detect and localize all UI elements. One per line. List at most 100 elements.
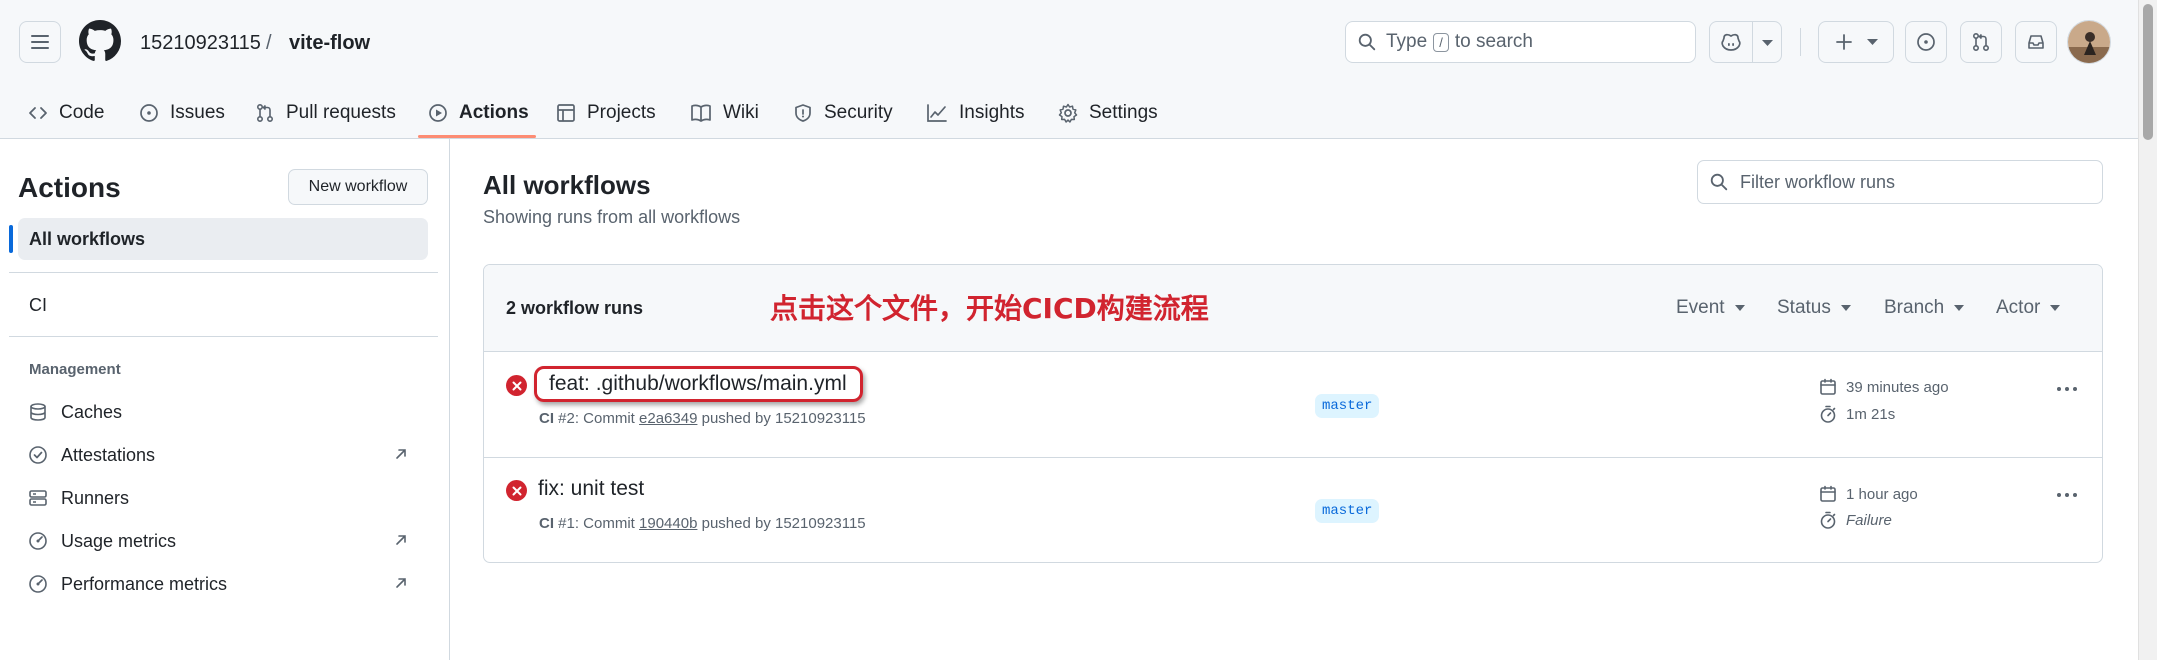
scrollbar-thumb[interactable] [2143,4,2153,140]
run-meta-actor: pushed by 15210923115 [697,515,866,532]
sidebar-item-label: Attestations [61,444,156,465]
commit-sha-link[interactable]: 190440b [639,515,697,532]
book-icon [690,103,712,123]
run-duration: Failure [1819,511,1892,529]
kebab-horizontal-icon[interactable] [2052,374,2082,404]
copilot-icon [1720,32,1742,52]
tab-pull-requests[interactable]: Pull requests [255,86,396,139]
search-icon [1710,173,1728,191]
sidebar-item-label: Runners [61,487,130,508]
tab-wiki-label: Wiki [723,101,759,123]
caret-down-icon [1734,305,1745,311]
run-workflow-name: CI [539,410,554,427]
event-filter-dropdown[interactable]: Event [1676,297,1745,319]
sidebar-item-attestations[interactable]: Attestations [18,435,428,475]
calendar-icon [1819,485,1837,503]
actor-filter-dropdown[interactable]: Actor [1996,297,2061,319]
status-filter-dropdown[interactable]: Status [1777,297,1851,319]
tab-insights[interactable]: Insights [926,86,1024,139]
user-avatar[interactable] [2067,20,2111,64]
your-pull-requests-button[interactable] [1960,21,2002,63]
table-row[interactable]: fix: unit test CI #1: Commit 190440b pus… [484,459,2102,562]
sidebar-item-ci[interactable]: CI [18,284,428,326]
top-bar: 15210923115 / vite-flow Type / to search [0,0,2138,86]
sidebar-item-performance-metrics[interactable]: Performance metrics [18,564,428,604]
breadcrumb-separator: / [266,32,272,54]
tab-security[interactable]: Security [793,86,893,139]
branch-filter-label: Branch [1884,297,1945,318]
shield-icon [793,103,813,123]
branch-label[interactable]: master [1315,499,1380,523]
kebab-horizontal-icon[interactable] [2052,480,2082,510]
filter-placeholder: Filter workflow runs [1740,171,1896,192]
verified-icon [28,445,48,465]
breadcrumb-owner[interactable]: 15210923115 [140,30,261,56]
caret-down-icon [1954,305,1965,311]
branch-label[interactable]: master [1315,394,1380,418]
stopwatch-icon [1819,511,1837,529]
active-item-indicator [9,225,13,253]
x-circle-fill-icon [506,480,527,501]
global-search[interactable]: Type / to search [1345,21,1696,63]
sidebar-item-caches[interactable]: Caches [18,392,428,432]
search-icon [1358,33,1376,51]
github-logo-icon[interactable] [79,20,121,62]
tab-code[interactable]: Code [28,86,104,139]
table-icon [556,103,576,123]
tab-settings[interactable]: Settings [1058,86,1158,139]
cache-icon [28,402,48,422]
page-title: All workflows [483,170,651,200]
tab-projects[interactable]: Projects [556,86,656,139]
table-row[interactable]: feat: .github/workflows/main.yml CI #2: … [484,353,2102,458]
caret-down-icon [2050,305,2061,311]
run-meta-actor: pushed by 15210923115 [697,410,866,427]
actor-filter-label: Actor [1996,297,2041,318]
link-external-icon [394,447,408,461]
run-time: 1 hour ago [1819,485,1918,503]
tab-issues[interactable]: Issues [139,86,225,139]
create-new-button[interactable] [1818,21,1894,63]
link-external-icon [394,533,408,547]
issue-opened-icon [1917,33,1935,51]
search-shortcut-key: / [1433,32,1449,52]
run-time-text: 1 hour ago [1846,485,1918,503]
commit-sha-link[interactable]: e2a6349 [639,410,697,427]
runs-count: 2 workflow runs [506,298,644,318]
git-pull-request-icon [255,103,275,123]
run-meta: CI #2: Commit e2a6349 pushed by 15210923… [539,410,866,427]
branch-filter-dropdown[interactable]: Branch [1884,297,1965,319]
sidebar-item-all-workflows[interactable]: All workflows [18,218,428,260]
chevron-down-icon[interactable] [1762,40,1773,47]
new-workflow-button[interactable]: New workflow [288,169,428,205]
sidebar-title: Actions [18,172,121,203]
x-circle-fill-icon [506,375,527,396]
sidebar-item-label: CI [29,294,47,315]
run-title-link[interactable]: feat: .github/workflows/main.yml [534,366,863,402]
copilot-button[interactable] [1709,21,1782,63]
sidebar-item-runners[interactable]: Runners [18,478,428,518]
meter-icon [28,531,48,551]
notifications-button[interactable] [2015,21,2057,63]
run-time-text: 39 minutes ago [1846,378,1949,396]
caret-down-icon [1840,305,1851,311]
status-filter-label: Status [1777,297,1831,318]
repo-tabs: Code Issues Pull requests Actions Projec… [0,86,2138,139]
page-subtitle: Showing runs from all workflows [483,207,741,227]
workflow-runs-list: 2 workflow runs 点击这个文件，开始CICD构建流程 Event … [483,264,2103,563]
breadcrumb-repo[interactable]: vite-flow [289,30,370,56]
your-issues-button[interactable] [1905,21,1947,63]
sidebar-item-label: Caches [61,401,123,422]
play-icon [428,103,448,123]
run-title-link[interactable]: fix: unit test [538,477,644,501]
filter-workflow-runs-input[interactable]: Filter workflow runs [1697,160,2103,204]
event-filter-label: Event [1676,297,1725,318]
tab-wiki[interactable]: Wiki [690,86,759,139]
menu-button[interactable] [19,21,61,63]
sidebar-item-usage-metrics[interactable]: Usage metrics [18,521,428,561]
tab-settings-label: Settings [1089,101,1158,123]
page-scrollbar[interactable] [2138,0,2157,660]
chevron-down-icon [1866,38,1878,46]
active-tab-indicator [418,135,536,138]
tab-actions[interactable]: Actions [428,86,529,139]
inbox-icon [2028,35,2044,49]
